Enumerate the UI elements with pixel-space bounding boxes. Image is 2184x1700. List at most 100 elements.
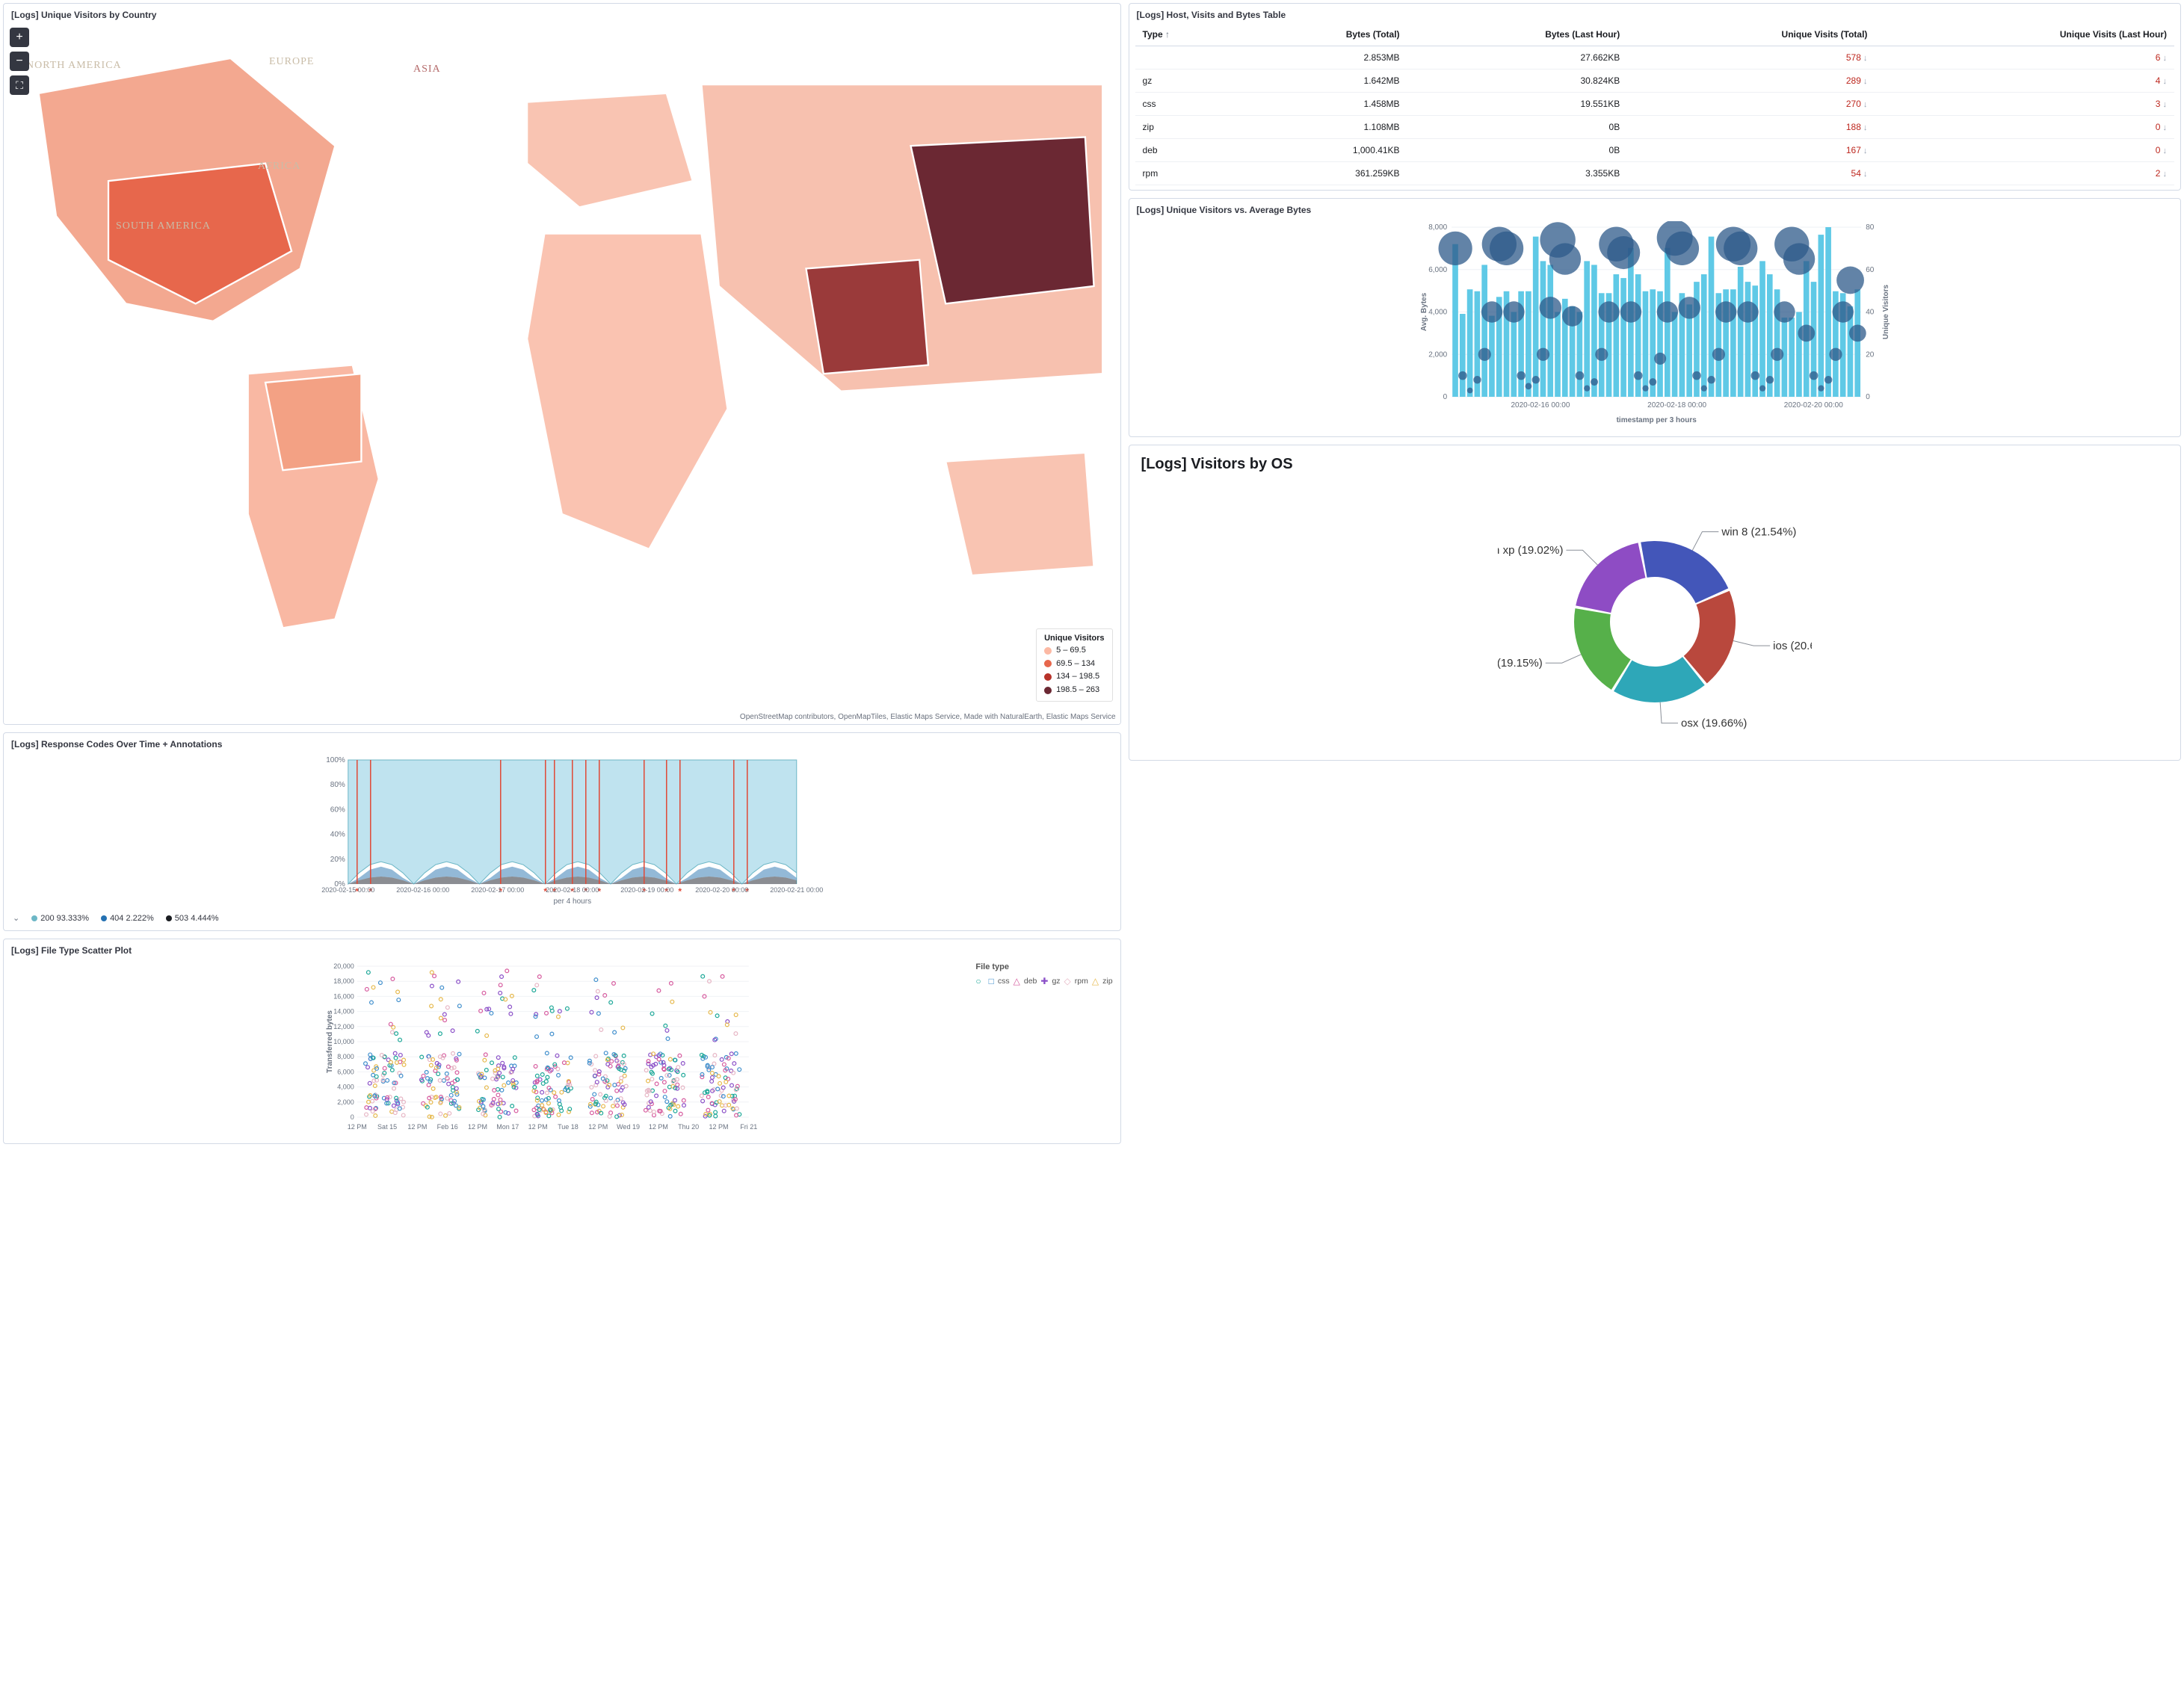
svg-text:ios (20.63%): ios (20.63%) xyxy=(1773,640,1812,652)
map-legend: Unique Visitors 5 – 69.569.5 – 134134 – … xyxy=(1036,628,1112,702)
map-svg xyxy=(4,23,1120,724)
legend-toggle-icon[interactable]: ⌄ xyxy=(13,913,19,923)
svg-text:2020-02-21 00:00: 2020-02-21 00:00 xyxy=(770,886,823,894)
svg-text:2020-02-15 00:00: 2020-02-15 00:00 xyxy=(321,886,374,894)
label-africa: AFRICA xyxy=(258,161,300,173)
label-asia: ASIA xyxy=(413,64,441,75)
scatter-legend-item[interactable]: □css xyxy=(989,975,1010,988)
svg-text:2020-02-18 00:00: 2020-02-18 00:00 xyxy=(546,886,599,894)
svg-text:2020-02-17 00:00: 2020-02-17 00:00 xyxy=(471,886,524,894)
svg-text:2,000: 2,000 xyxy=(1428,350,1447,359)
table-row[interactable]: gz1.642MB30.824KB2894 xyxy=(1135,69,2174,93)
svg-text:40: 40 xyxy=(1866,309,1875,317)
svg-text:0: 0 xyxy=(1443,393,1447,401)
table-header[interactable]: Bytes (Last Hour) xyxy=(1407,23,1628,46)
svg-text:win 8 (21.54%): win 8 (21.54%) xyxy=(1721,526,1796,539)
scatter-legend-item[interactable]: ◇rpm xyxy=(1064,975,1088,988)
label-south-america: SOUTH AMERICA xyxy=(116,221,211,232)
svg-text:osx (19.66%): osx (19.66%) xyxy=(1681,717,1747,730)
svg-text:2020-02-16 00:00: 2020-02-16 00:00 xyxy=(396,886,449,894)
table-header[interactable]: Type xyxy=(1135,23,1239,46)
svg-text:12 PM: 12 PM xyxy=(468,1123,487,1131)
svg-text:20,000: 20,000 xyxy=(333,962,354,970)
svg-text:Transferred bytes: Transferred bytes xyxy=(326,1010,334,1073)
response-legend: ⌄ 200 93.333% 404 2.222% 503 4.444% xyxy=(10,909,1114,924)
table-header[interactable]: Unique Visits (Last Hour) xyxy=(1875,23,2174,46)
svg-text:0: 0 xyxy=(1866,393,1870,401)
svg-text:2020-02-20 00:00: 2020-02-20 00:00 xyxy=(1783,401,1842,409)
svg-text:20%: 20% xyxy=(330,856,345,864)
map-attribution: OpenStreetMap contributors, OpenMapTiles… xyxy=(740,713,1116,721)
svg-text:Sat 15: Sat 15 xyxy=(377,1123,397,1131)
svg-text:2020-02-19 00:00: 2020-02-19 00:00 xyxy=(620,886,673,894)
svg-text:per 4 hours: per 4 hours xyxy=(553,897,591,905)
svg-text:4,000: 4,000 xyxy=(337,1084,354,1091)
label-north-america: NORTH AMERICA xyxy=(26,61,122,72)
svg-text:20: 20 xyxy=(1866,350,1875,359)
scatter-title: [Logs] File Type Scatter Plot xyxy=(4,939,1120,959)
host-table: TypeBytes (Total)Bytes (Last Hour)Unique… xyxy=(1135,23,2174,185)
svg-text:Mon 17: Mon 17 xyxy=(496,1123,519,1131)
svg-text:40%: 40% xyxy=(330,831,345,839)
svg-text:0: 0 xyxy=(351,1113,354,1121)
scatter-legend-item[interactable]: ○ xyxy=(975,975,984,988)
donut-chart[interactable]: win 8 (21.54%) ios (20.63%) osx (19.66%) wi… xyxy=(1498,476,1812,760)
panel-uniq-vs-bytes: [Logs] Unique Visitors vs. Average Bytes… xyxy=(1129,198,2181,437)
response-legend-item[interactable]: 404 2.222% xyxy=(101,914,154,923)
uniqbytes-title: [Logs] Unique Visitors vs. Average Bytes xyxy=(1129,199,2180,218)
response-legend-item[interactable]: 503 4.444% xyxy=(166,914,219,923)
table-header[interactable]: Bytes (Total) xyxy=(1238,23,1407,46)
uniq-bytes-chart[interactable]: 02,0004,0006,0008,0000204060802020-02-16… xyxy=(1135,221,2174,427)
crop-button[interactable]: ⛶ xyxy=(10,75,29,95)
svg-text:2020-02-20 00:00: 2020-02-20 00:00 xyxy=(695,886,748,894)
svg-text:2020-02-16 00:00: 2020-02-16 00:00 xyxy=(1511,401,1570,409)
donut-title: [Logs] Visitors by OS xyxy=(1129,445,2180,476)
svg-text:100%: 100% xyxy=(326,756,345,764)
scatter-chart[interactable]: 02,0004,0006,0008,00010,00012,00014,0001… xyxy=(10,962,1114,1134)
table-row[interactable]: deb1,000.41KB0B1670 xyxy=(1135,139,2174,162)
response-chart[interactable]: 0%20%40%60%80%100%*************2020-02-1… xyxy=(10,755,1114,905)
svg-text:12 PM: 12 PM xyxy=(528,1123,548,1131)
svg-text:16,000: 16,000 xyxy=(333,993,354,1001)
svg-text:12 PM: 12 PM xyxy=(348,1123,367,1131)
svg-text:12 PM: 12 PM xyxy=(588,1123,608,1131)
label-europe: EUROPE xyxy=(269,57,314,68)
scatter-legend-item[interactable]: △zip xyxy=(1092,975,1113,988)
zoom-out-button[interactable]: − xyxy=(10,52,29,71)
svg-text:Feb 16: Feb 16 xyxy=(437,1123,458,1131)
map-legend-row: 198.5 – 263 xyxy=(1044,684,1104,697)
svg-text:10,000: 10,000 xyxy=(333,1038,354,1045)
panel-host-table: [Logs] Host, Visits and Bytes Table Type… xyxy=(1129,3,2181,191)
svg-text:14,000: 14,000 xyxy=(333,1008,354,1016)
table-row[interactable]: css1.458MB19.551KB2703 xyxy=(1135,93,2174,116)
svg-text:12 PM: 12 PM xyxy=(649,1123,668,1131)
svg-text:6,000: 6,000 xyxy=(337,1069,354,1076)
svg-text:win 7 (19.15%): win 7 (19.15%) xyxy=(1498,657,1543,670)
svg-text:Unique Visitors: Unique Visitors xyxy=(1882,284,1890,339)
svg-text:12 PM: 12 PM xyxy=(407,1123,427,1131)
table-row[interactable]: rpm361.259KB3.355KB542 xyxy=(1135,162,2174,185)
svg-text:timestamp per 3 hours: timestamp per 3 hours xyxy=(1616,416,1697,424)
svg-text:2020-02-18 00:00: 2020-02-18 00:00 xyxy=(1647,401,1706,409)
map-legend-row: 5 – 69.5 xyxy=(1044,644,1104,658)
world-map[interactable]: + − ⛶ xyxy=(4,23,1120,724)
table-header[interactable]: Unique Visits (Total) xyxy=(1627,23,1875,46)
response-title: [Logs] Response Codes Over Time + Annota… xyxy=(4,733,1120,752)
scatter-legend-item[interactable]: ✚gz xyxy=(1040,975,1060,988)
svg-text:*: * xyxy=(678,886,682,897)
scatter-legend: File type ○□css△deb✚gz◇rpm△zip xyxy=(975,962,1112,987)
response-legend-item[interactable]: 200 93.333% xyxy=(31,914,89,923)
svg-text:80%: 80% xyxy=(330,782,345,790)
table-title: [Logs] Host, Visits and Bytes Table xyxy=(1129,4,2180,23)
table-row[interactable]: 2.853MB27.662KB5786 xyxy=(1135,46,2174,69)
panel-response-codes: [Logs] Response Codes Over Time + Annota… xyxy=(3,732,1121,931)
svg-text:60: 60 xyxy=(1866,266,1875,274)
map-legend-row: 69.5 – 134 xyxy=(1044,658,1104,671)
svg-text:12 PM: 12 PM xyxy=(709,1123,728,1131)
panel-unique-visitors-map: [Logs] Unique Visitors by Country + − ⛶ xyxy=(3,3,1121,725)
scatter-legend-item[interactable]: △deb xyxy=(1014,975,1037,988)
svg-text:Avg. Bytes: Avg. Bytes xyxy=(1420,292,1428,331)
table-row[interactable]: zip1.108MB0B1880 xyxy=(1135,116,2174,139)
zoom-in-button[interactable]: + xyxy=(10,28,29,47)
svg-text:8,000: 8,000 xyxy=(337,1054,354,1061)
